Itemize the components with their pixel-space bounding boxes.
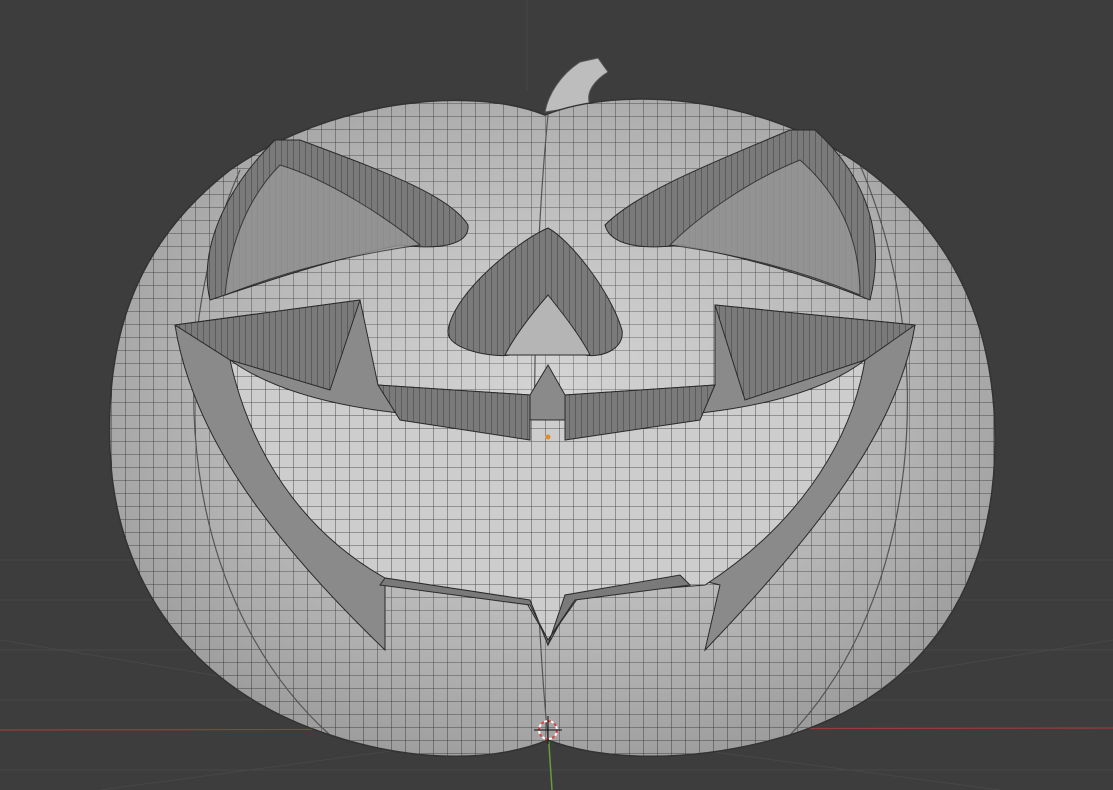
viewport-canvas[interactable] [0,0,1113,790]
3d-viewport[interactable] [0,0,1113,790]
object-origin [545,434,551,440]
